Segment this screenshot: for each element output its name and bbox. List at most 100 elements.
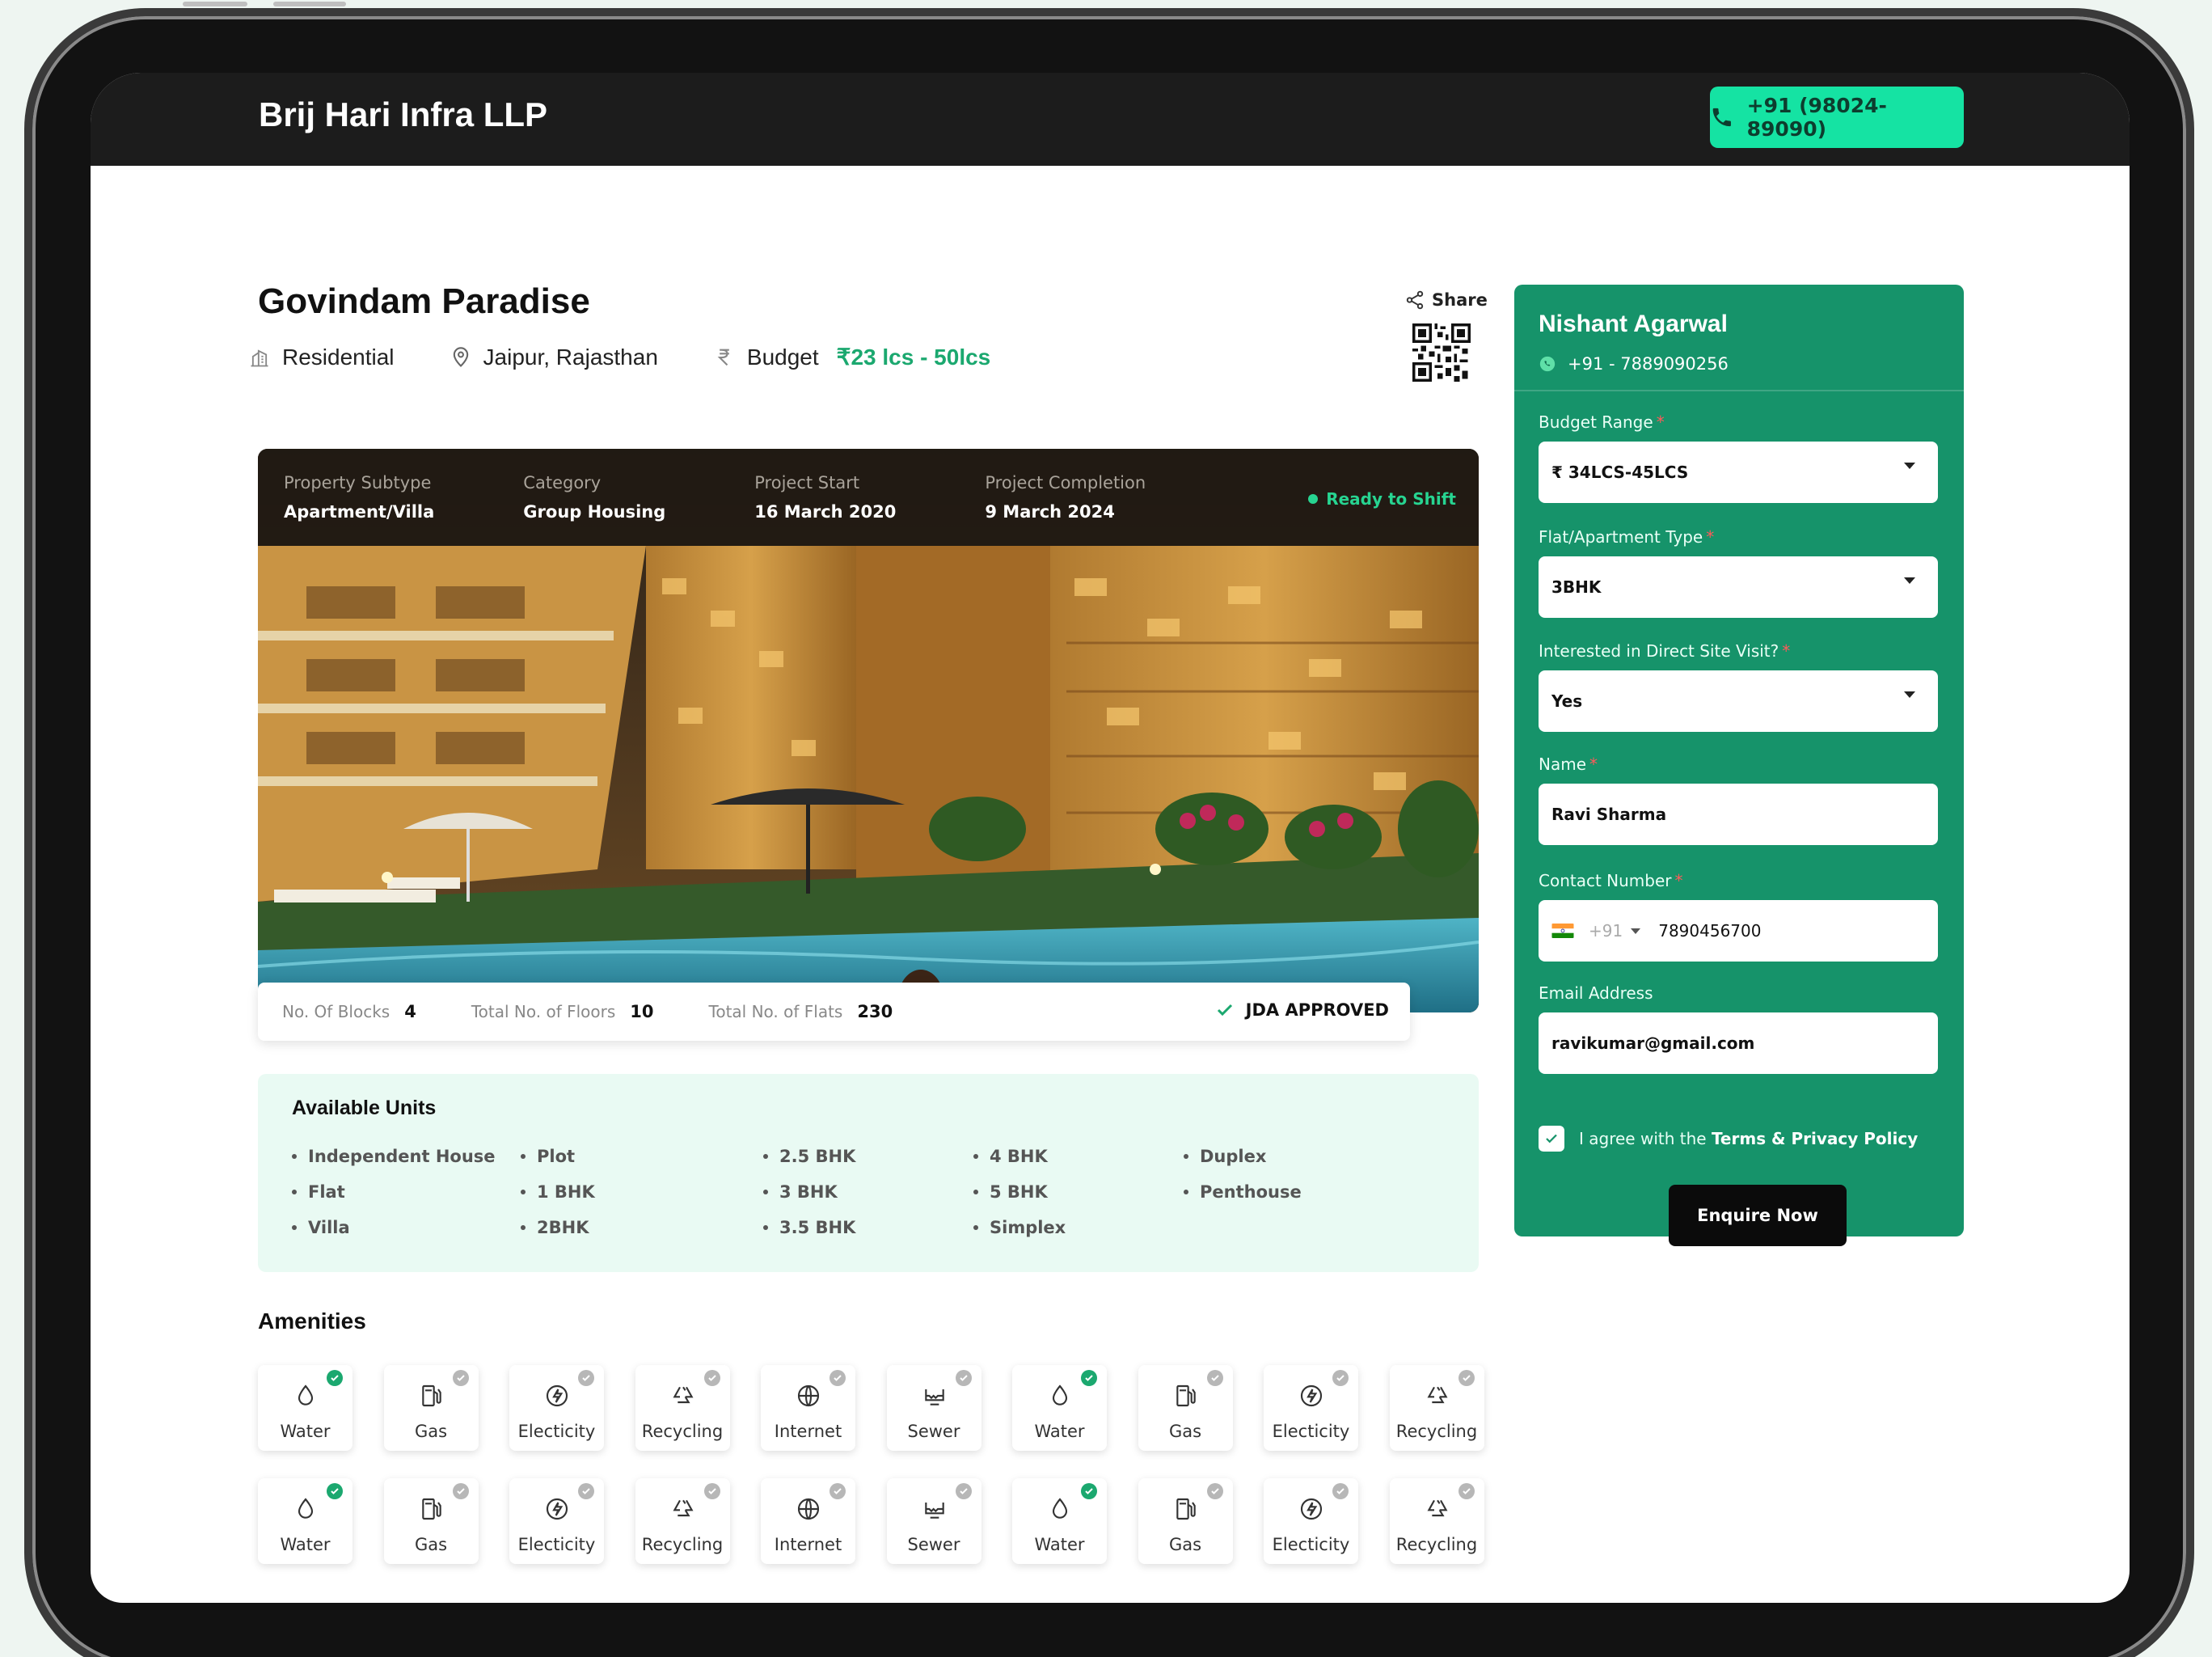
call-phone-button[interactable]: +91 (98024-89090) <box>1710 87 1964 148</box>
unit-item: 2.5 BHK <box>763 1147 855 1166</box>
unavailable-badge <box>452 1483 469 1499</box>
project-category: Category Group Housing <box>523 473 665 522</box>
chevron-down-icon[interactable] <box>1631 928 1641 934</box>
country-code[interactable]: +91 <box>1589 921 1623 941</box>
flat-type-select[interactable]: 3BHK <box>1539 556 1938 618</box>
name-label-text: Name <box>1539 755 1587 774</box>
india-flag-icon[interactable] <box>1551 924 1574 938</box>
amenity-label: Electicity <box>517 1535 596 1554</box>
amenity-card[interactable]: Electicity <box>1264 1478 1358 1564</box>
required-mark: * <box>1589 755 1598 774</box>
amenity-card[interactable]: Sewer <box>886 1478 981 1564</box>
agent-name: Nishant Agarwal <box>1539 311 1728 337</box>
chevron-down-icon <box>1904 463 1915 469</box>
check-icon <box>1210 1375 1219 1381</box>
property-type-label: Residential <box>282 344 395 370</box>
site-visit-select[interactable]: Yes <box>1539 670 1938 732</box>
project-start: Project Start 16 March 2020 <box>754 473 896 522</box>
unit-item: Villa <box>292 1218 350 1237</box>
email-input[interactable]: ravikumar@gmail.com <box>1539 1012 1938 1074</box>
amenity-card[interactable]: Recycling <box>1389 1365 1484 1451</box>
unit-item: 3.5 BHK <box>763 1218 855 1237</box>
amenity-card[interactable]: Recycling <box>635 1365 730 1451</box>
project-image-carousel[interactable]: Property Subtype Apartment/Villa Categor… <box>258 449 1479 1012</box>
check-icon <box>1336 1488 1345 1494</box>
agent-phone[interactable]: +91 - 7889090256 <box>1539 354 1729 374</box>
check-icon <box>1217 1004 1232 1017</box>
amenity-card[interactable]: Gas <box>1138 1478 1233 1564</box>
contact-number-value: 7890456700 <box>1658 921 1762 941</box>
electricity-icon <box>546 1498 568 1520</box>
budget-range-select[interactable]: ₹ 34LCS-45LCS <box>1539 442 1938 503</box>
check-icon <box>1546 1134 1557 1143</box>
floors-label: Total No. of Floors <box>471 1002 616 1021</box>
check-icon <box>959 1488 968 1494</box>
amenity-card[interactable]: Water <box>258 1365 352 1451</box>
amenity-label: Electicity <box>1272 1422 1350 1441</box>
required-mark: * <box>1706 527 1715 547</box>
required-mark: * <box>1656 412 1665 432</box>
available-check-badge <box>1081 1483 1097 1499</box>
contact-label: Contact Number * <box>1539 871 1683 890</box>
amenity-card[interactable]: Gas <box>383 1365 479 1451</box>
floors-stat: Total No. of Floors 10 <box>471 1002 654 1021</box>
project-details-bar: Property Subtype Apartment/Villa Categor… <box>258 449 1479 546</box>
unavailable-badge <box>578 1483 594 1499</box>
amenity-label: Recycling <box>641 1422 724 1441</box>
amenity-label: Electicity <box>517 1422 596 1441</box>
brand-logo-text[interactable]: Brij Hari Infra LLP <box>259 95 547 134</box>
available-units-title: Available Units <box>292 1097 437 1119</box>
share-button[interactable]: Share <box>1404 290 1488 311</box>
amenity-card[interactable]: Electicity <box>509 1365 604 1451</box>
site-visit-label: Interested in Direct Site Visit? * <box>1539 641 1790 661</box>
unit-item: Duplex <box>1184 1147 1266 1166</box>
enquire-now-button[interactable]: Enquire Now <box>1669 1185 1847 1246</box>
globe-icon <box>797 1498 820 1520</box>
amenity-card[interactable]: Water <box>258 1478 352 1564</box>
name-input[interactable]: Ravi Sharma <box>1539 784 1938 845</box>
blocks-value: 4 <box>404 1002 416 1021</box>
budget-label: Budget <box>746 344 819 370</box>
unavailable-badge <box>703 1483 720 1499</box>
amenity-label: Water <box>1034 1535 1085 1554</box>
amenity-card[interactable]: Internet <box>761 1365 855 1451</box>
amenity-card[interactable]: Internet <box>761 1478 855 1564</box>
amenity-card[interactable]: Electicity <box>509 1478 604 1564</box>
amenity-card[interactable]: Water <box>1012 1478 1107 1564</box>
status-dot <box>1308 494 1319 504</box>
status-label: Ready to Shift <box>1326 489 1456 509</box>
unavailable-badge <box>1206 1483 1223 1499</box>
contact-number-input[interactable]: +91 7890456700 <box>1539 900 1938 962</box>
project-completion-label: Project Completion <box>985 473 1146 492</box>
enquiry-form-panel: Nishant Agarwal +91 - 7889090256 Budget … <box>1514 285 1964 1246</box>
qr-code[interactable] <box>1412 323 1471 382</box>
amenity-card[interactable]: Electicity <box>1264 1365 1358 1451</box>
water-drop-icon <box>298 1384 314 1405</box>
available-units-section: Available Units Independent House Flat Vil… <box>258 1074 1479 1272</box>
amenity-label: Recycling <box>1395 1422 1478 1441</box>
recycling-icon <box>673 1499 693 1517</box>
unit-item: 2BHK <box>521 1218 589 1237</box>
terms-privacy-link[interactable]: Terms & Privacy Policy <box>1712 1129 1918 1148</box>
unit-item: 3 BHK <box>763 1182 838 1202</box>
amenity-card[interactable]: Recycling <box>635 1478 730 1564</box>
amenity-card[interactable]: Water <box>1012 1365 1107 1451</box>
blocks-label: No. Of Blocks <box>282 1002 390 1021</box>
amenity-card[interactable]: Gas <box>383 1478 479 1564</box>
share-label: Share <box>1432 290 1488 310</box>
amenity-label: Gas <box>414 1422 448 1441</box>
location-label: Jaipur, Rajasthan <box>483 344 658 370</box>
amenity-card[interactable]: Gas <box>1138 1365 1233 1451</box>
electricity-icon <box>1300 1498 1323 1520</box>
unavailable-badge <box>1332 1483 1349 1499</box>
budget-value: ₹23 lcs - 50lcs <box>836 345 991 370</box>
terms-text: I agree with the <box>1579 1129 1707 1148</box>
amenity-label: Water <box>280 1422 331 1441</box>
unavailable-badge <box>578 1370 594 1386</box>
amenity-card[interactable]: Sewer <box>886 1365 981 1451</box>
unit-item: Flat <box>292 1182 345 1202</box>
terms-checkbox[interactable] <box>1539 1126 1564 1152</box>
check-icon <box>1462 1375 1471 1381</box>
budget-range-label-text: Budget Range <box>1539 412 1653 432</box>
amenity-card[interactable]: Recycling <box>1389 1478 1484 1564</box>
